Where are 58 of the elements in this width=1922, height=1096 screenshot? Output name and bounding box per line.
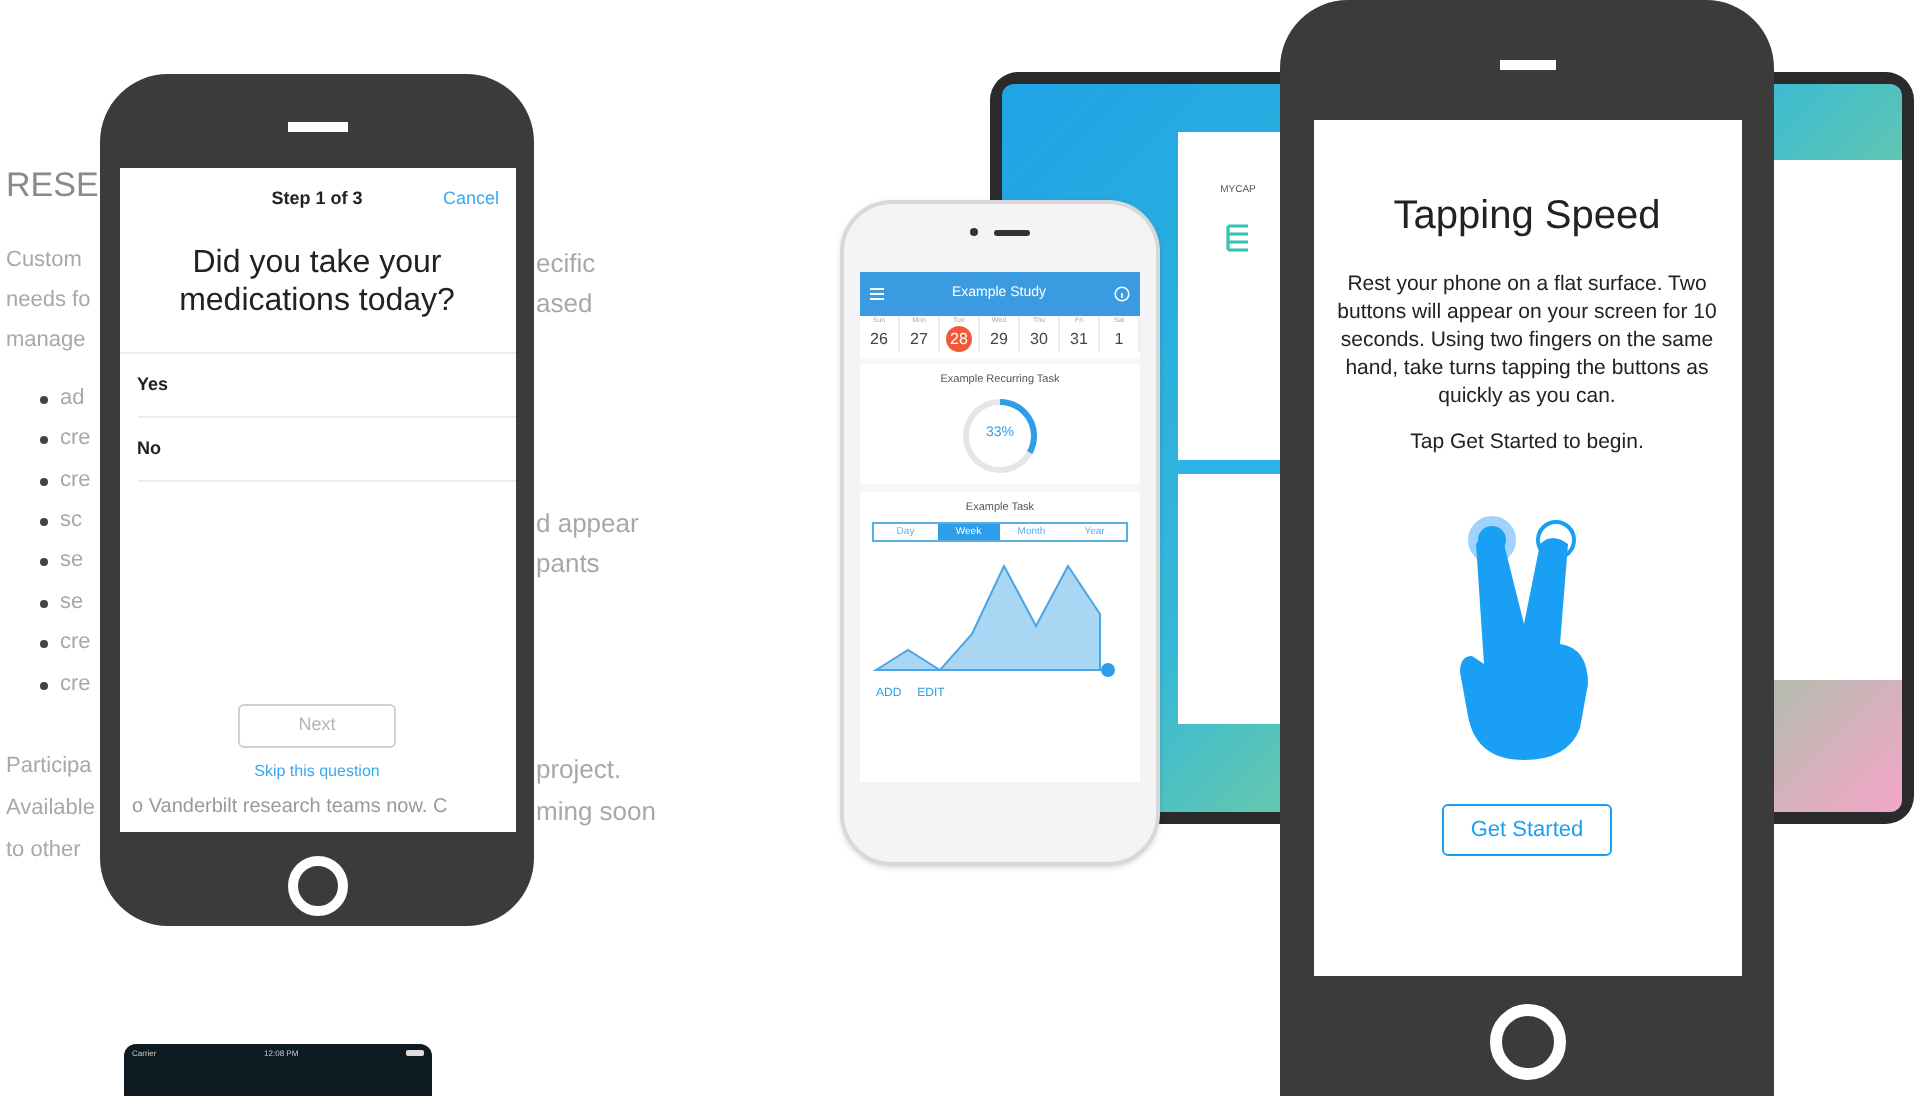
date-item[interactable]: 1 [1106,326,1132,353]
article-text: ecific [536,246,596,282]
article-text: cre [60,424,91,454]
bullet-icon [40,682,48,690]
date-item[interactable]: 30 [1026,326,1052,353]
cancel-link[interactable]: Cancel [442,185,499,212]
speaker-icon [994,229,1030,235]
logo-icon [1226,223,1250,251]
answer-option[interactable]: Yes [137,354,515,418]
article-text: cre [60,466,91,496]
home-button-icon [287,856,347,916]
article-text: pants [536,546,600,582]
article-text: ming soon [536,794,656,830]
battery-icon [405,1050,424,1056]
bullet-icon [40,640,48,648]
task-description: Rest your phone on a flat surface. Two buttons will appear on your screen for 10 seconds. Using two fingers on the same hand, take turns tapping the buttons as quickly as you can. [1335,270,1719,410]
article-text: se [60,546,84,576]
menu-icon[interactable] [870,288,884,300]
section-heading: RESE [6,164,99,208]
bullet-icon [40,600,48,608]
article-text: to other [6,836,81,866]
speaker-icon [1499,60,1555,70]
article-text: project. [536,752,622,788]
article-text: sc [60,506,82,536]
progress-ring [960,395,1040,475]
question-text: Did you take your medications today? [177,244,457,320]
article-text: needs fo [6,286,91,316]
article-text: o Vanderbilt research teams now. C [132,794,448,822]
task-hint: Tap Get Started to begin. [1410,428,1644,458]
article-text: Custom [6,246,82,276]
article-text: manage [6,326,86,356]
bullet-icon [40,396,48,404]
article-text: ad [60,384,85,414]
bullet-icon [40,518,48,526]
article-text: ased [536,286,593,322]
answer-option[interactable]: No [137,418,515,482]
info-icon[interactable] [1114,286,1130,302]
date-item[interactable]: 28 [946,326,972,353]
camera-icon [970,228,978,236]
bullet-icon [40,478,48,486]
bullet-icon [40,558,48,566]
date-item[interactable]: 31 [1066,326,1092,353]
step-indicator: Step 1 of 3 [271,185,363,212]
article-text: cre [60,670,91,700]
article-text: Participa [6,752,92,782]
date-item[interactable]: 27 [906,326,932,353]
article-text: se [60,588,84,618]
date-item[interactable]: 29 [986,326,1012,353]
speaker-icon [287,122,347,132]
article-text: Available [6,794,95,824]
date-item[interactable]: 26 [866,326,892,353]
home-button-icon [1489,1004,1565,1080]
task-title: Tapping Speed [1393,192,1661,242]
skip-link[interactable]: Skip this question [254,760,380,784]
article-text: cre [60,628,91,658]
bullet-icon [40,436,48,444]
get-started-button[interactable]: Get Started [1442,803,1612,856]
article-text: d appear [536,506,639,542]
